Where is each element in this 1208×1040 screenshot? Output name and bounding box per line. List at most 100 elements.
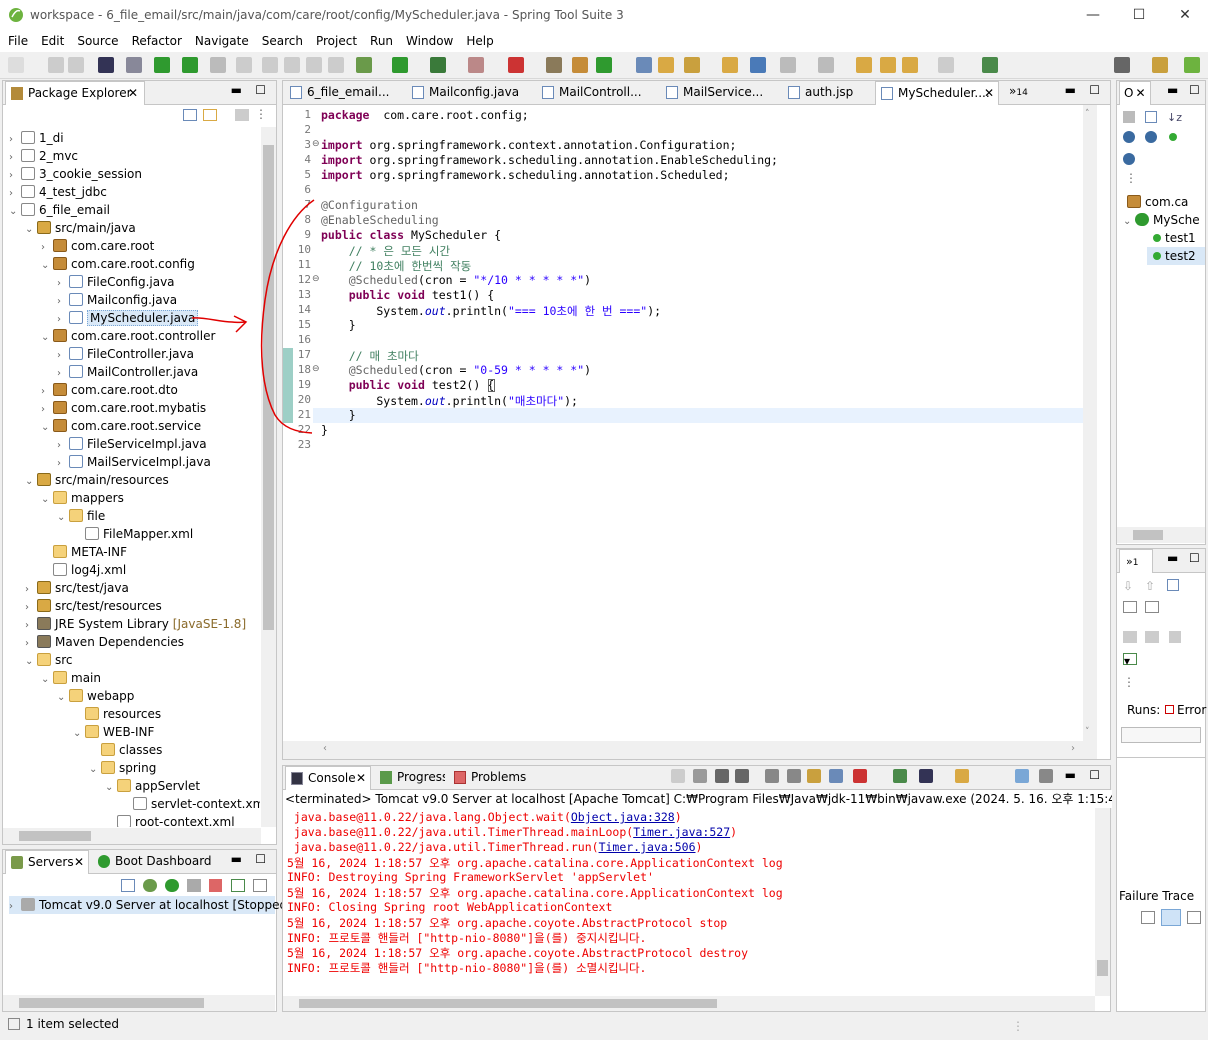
menu-navigate[interactable]: Navigate <box>190 32 254 50</box>
nav-up-icon[interactable] <box>818 57 834 73</box>
expand-arrow-icon[interactable]: ⌄ <box>41 257 53 275</box>
filter-icon[interactable] <box>235 109 249 121</box>
tree-vertical-scrollbar[interactable] <box>261 127 276 827</box>
format-icon[interactable] <box>328 57 344 73</box>
editor-horizontal-scrollbar[interactable]: ‹ › <box>283 741 1097 759</box>
tree-item[interactable]: resources <box>73 705 161 723</box>
scroll-lock-icon[interactable] <box>787 769 801 783</box>
layout-icon[interactable]: ▾ <box>1123 653 1137 668</box>
view-menu-icon[interactable]: ⋮ <box>255 107 267 121</box>
ant-icon[interactable] <box>684 57 700 73</box>
open-console-icon[interactable] <box>919 769 933 783</box>
stack-trace-link[interactable]: Object.java:328 <box>571 810 675 824</box>
stop-icon[interactable] <box>1145 631 1159 643</box>
pin-console-icon[interactable] <box>829 769 843 783</box>
view-menu-icon[interactable]: ⋮ <box>1123 675 1135 689</box>
editor-tab[interactable]: MyScheduler.... ✕ <box>875 81 999 105</box>
tree-item[interactable]: META-INF <box>41 543 127 561</box>
remove-all-icon[interactable] <box>715 769 729 783</box>
tree-item[interactable]: ⌄ src/main/java <box>25 219 136 237</box>
new-window-icon[interactable] <box>982 57 998 73</box>
menu-run[interactable]: Run <box>365 32 398 50</box>
globe-icon[interactable] <box>750 57 766 73</box>
expand-arrow-icon[interactable]: ⌄ <box>89 761 101 779</box>
menu-refactor[interactable]: Refactor <box>127 32 187 50</box>
scrollbar-thumb[interactable] <box>1097 960 1108 976</box>
close-icon[interactable]: ✕ <box>984 82 994 104</box>
project-icon[interactable] <box>658 57 674 73</box>
scrollbar-thumb[interactable] <box>19 831 91 841</box>
expand-arrow-icon[interactable]: ⌄ <box>41 671 53 689</box>
more-tabs-button[interactable]: »14 <box>1009 84 1028 98</box>
show-stdout-icon[interactable] <box>853 769 867 783</box>
next-failure-icon[interactable]: ⇩ <box>1123 579 1133 593</box>
tree-item[interactable]: ⌄ com.care.root.service <box>41 417 201 435</box>
minimize-view-icon[interactable]: ▬ <box>1065 768 1076 782</box>
tree-item[interactable]: › src/test/resources <box>25 597 162 615</box>
skip-icon[interactable] <box>236 57 252 73</box>
maximize-view-icon[interactable]: ☐ <box>255 852 266 866</box>
terminal-icon[interactable] <box>98 57 114 73</box>
copy-trace-icon[interactable] <box>1187 911 1201 924</box>
prev-edit-icon[interactable] <box>880 57 896 73</box>
expand-arrow-icon[interactable]: ⌄ <box>25 653 37 671</box>
menu-source[interactable]: Source <box>72 32 123 50</box>
close-icon[interactable]: ✕ <box>128 82 138 104</box>
expand-arrow-icon[interactable]: ⌄ <box>25 221 37 239</box>
maximize-view-icon[interactable]: ☐ <box>255 83 266 97</box>
tree-item[interactable]: › Mailconfig.java <box>57 291 177 309</box>
tree-item[interactable]: ⌄ src/main/resources <box>25 471 169 489</box>
expand-arrow-icon[interactable]: ⌄ <box>41 329 53 347</box>
refresh-icon[interactable] <box>306 57 322 73</box>
tree-item[interactable]: › MailController.java <box>57 363 198 381</box>
tree-item[interactable]: › FileServiceImpl.java <box>57 435 207 453</box>
hide-static-icon[interactable] <box>1123 131 1135 143</box>
outline-class[interactable]: ⌄ MySche <box>1123 211 1200 229</box>
maximize-view-icon[interactable]: ☐ <box>1189 83 1200 97</box>
expand-arrow-icon[interactable]: ⌄ <box>41 491 53 509</box>
tree-item[interactable]: › 2_mvc <box>9 147 78 165</box>
tree-item[interactable]: ⌄ com.care.root.controller <box>41 327 215 345</box>
run-icon[interactable] <box>392 57 408 73</box>
task-icon[interactable] <box>546 57 562 73</box>
tree-item[interactable]: ⌄ webapp <box>57 687 134 705</box>
hide-nonpublic-icon[interactable] <box>1145 131 1157 143</box>
expand-arrow-icon[interactable]: ⌄ <box>9 203 21 221</box>
expand-arrow-icon[interactable]: ⌄ <box>105 779 117 797</box>
collapse-all-icon[interactable] <box>183 109 197 121</box>
word-wrap-icon[interactable] <box>807 769 821 783</box>
pin-icon[interactable] <box>210 57 226 73</box>
quick-search-icon[interactable] <box>1114 57 1130 73</box>
minimize-view-icon[interactable]: ▬ <box>1065 83 1076 97</box>
failures-only-icon[interactable] <box>1167 579 1179 591</box>
code-line[interactable]: @EnableScheduling <box>321 213 439 227</box>
hide-local-types-icon[interactable] <box>1169 133 1177 141</box>
java-package-icon[interactable] <box>572 57 588 73</box>
outline-method[interactable]: test1 <box>1153 229 1196 247</box>
profile-server-icon[interactable] <box>187 879 201 892</box>
maximize-button[interactable]: ☐ <box>1116 0 1162 32</box>
clean-icon[interactable] <box>253 879 267 892</box>
remove-launch-icon[interactable] <box>693 769 707 783</box>
outline-package[interactable]: com.ca <box>1127 193 1188 211</box>
tab-outline[interactable]: O ✕ <box>1119 81 1151 105</box>
tree-item[interactable]: ⌄ main <box>41 669 101 687</box>
minimize-view-icon[interactable]: ▬ <box>231 83 242 97</box>
outline-method[interactable]: test2 <box>1147 247 1205 265</box>
clear-console-icon[interactable] <box>765 769 779 783</box>
tree-item[interactable]: ⌄ 6_file_email <box>9 201 110 219</box>
code-line[interactable]: @Scheduled(cron = "0-59 * * * * *") <box>321 363 591 377</box>
tree-item[interactable]: ⌄ mappers <box>41 489 124 507</box>
editor-tab[interactable]: auth.jsp <box>783 81 871 105</box>
tree-item[interactable]: › com.care.root.mybatis <box>41 399 206 417</box>
tab-junit[interactable]: »1 <box>1119 549 1153 573</box>
tab-package-explorer[interactable]: Package Explorer ✕ <box>5 81 145 105</box>
display-console-icon[interactable] <box>893 769 907 783</box>
settings-icon[interactable] <box>1039 769 1053 783</box>
terminate-icon[interactable] <box>671 769 685 783</box>
back-icon[interactable] <box>856 57 872 73</box>
stack-trace-link[interactable]: Timer.java:527 <box>633 825 730 839</box>
editor-tab[interactable]: Mailconfig.java <box>407 81 533 105</box>
menu-window[interactable]: Window <box>401 32 458 50</box>
menu-file[interactable]: File <box>3 32 33 50</box>
